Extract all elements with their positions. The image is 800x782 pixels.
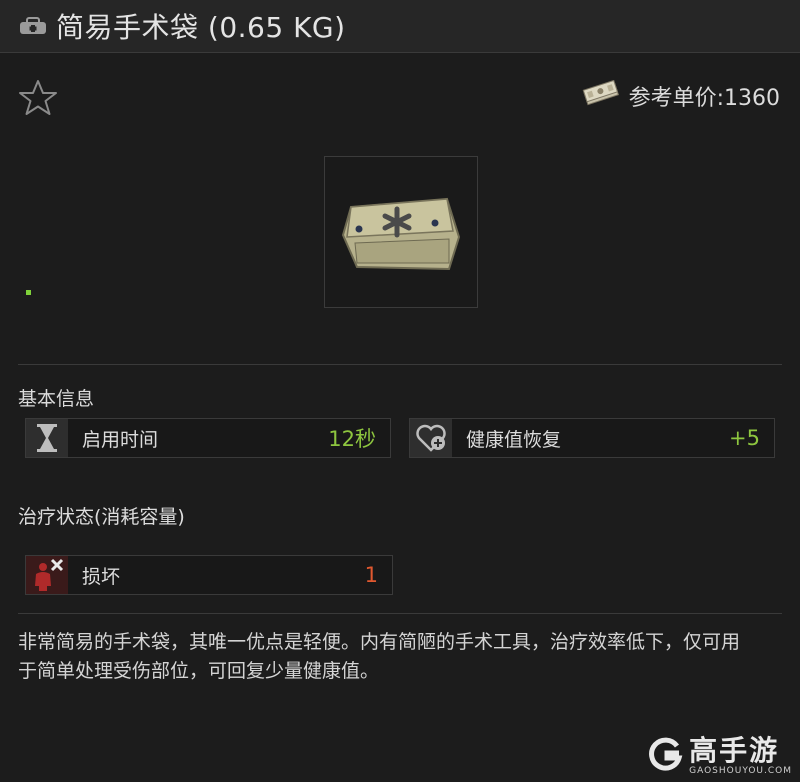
item-description: 非常简易的手术袋，其唯一优点是轻便。内有简陋的手术工具，治疗效率低下，仅可用于简… xyxy=(18,631,741,682)
stat-damage: 损坏 1 xyxy=(25,555,393,595)
favorite-star-icon[interactable] xyxy=(18,78,58,118)
reference-price: 参考单价:1360 xyxy=(581,79,780,112)
watermark-text: 高手游 xyxy=(689,734,780,767)
status-indicator xyxy=(26,290,31,295)
hourglass-icon xyxy=(26,419,68,457)
broken-body-icon xyxy=(26,556,68,594)
stat-activation-time: 启用时间 12秒 xyxy=(25,418,391,458)
money-bundle-icon xyxy=(581,79,621,112)
item-image-frame xyxy=(324,156,478,308)
divider xyxy=(18,364,782,365)
stat-label: 启用时间 xyxy=(82,428,159,451)
divider xyxy=(18,613,782,614)
stat-value: 12秒 xyxy=(328,427,376,451)
price-label: 参考单价:1360 xyxy=(628,86,780,111)
heart-plus-icon xyxy=(410,419,452,457)
gaoshou-logo-icon xyxy=(647,736,683,776)
watermark: 高手游 GAOSHOUYOU.COM xyxy=(647,736,792,776)
item-title: 简易手术袋 (0.65 KG) xyxy=(56,11,346,44)
watermark-url: GAOSHOUYOU.COM xyxy=(689,766,792,776)
treatment-title: 治疗状态(消耗容量) xyxy=(18,506,185,528)
title-bar: 简易手术袋 (0.65 KG) xyxy=(0,0,800,53)
medkit-icon xyxy=(18,15,50,37)
basic-info-title: 基本信息 xyxy=(18,388,95,410)
stat-value: 1 xyxy=(364,563,378,587)
stat-label: 损坏 xyxy=(82,565,121,588)
stat-label: 健康值恢复 xyxy=(466,428,562,451)
stat-health-restore: 健康值恢复 +5 xyxy=(409,418,775,458)
stat-value: +5 xyxy=(729,426,760,450)
surgical-kit-icon xyxy=(337,187,465,283)
